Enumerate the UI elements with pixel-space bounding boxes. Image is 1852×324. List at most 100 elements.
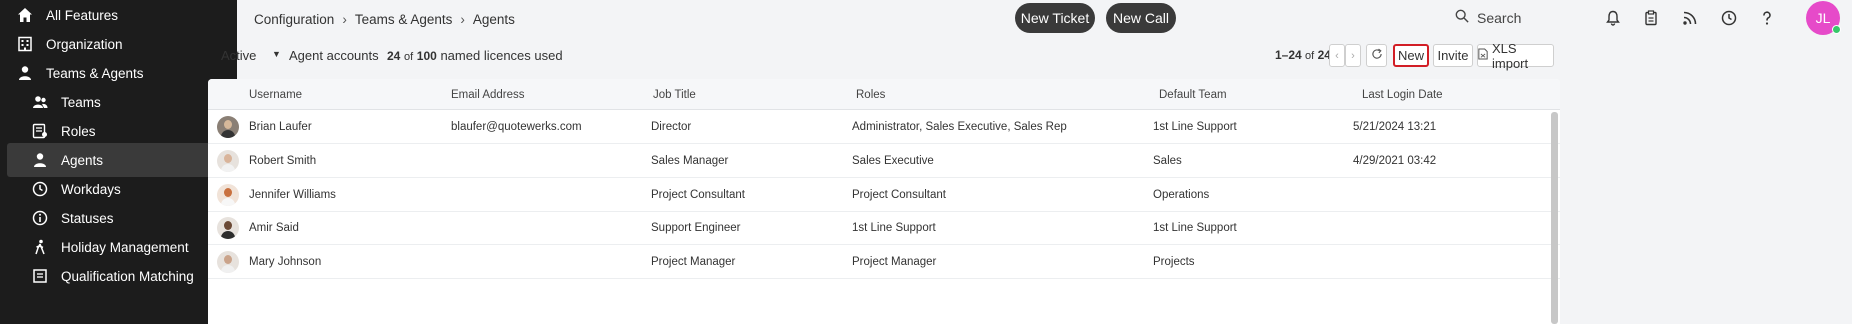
pagination-range: 1–24 of 24 [1275,48,1331,62]
table-row[interactable]: Mary Johnson Project Manager Project Man… [208,245,1560,279]
cell-roles: Project Manager [852,256,937,268]
cell-username: Robert Smith [249,155,317,167]
breadcrumb: Configuration › Teams & Agents › Agents [254,12,515,27]
file-icon [1478,48,1488,63]
building-icon [16,35,34,53]
cell-roles: Administrator, Sales Executive, Sales Re… [852,121,1067,133]
avatar-initials: JL [1815,10,1831,26]
cell-username: Mary Johnson [249,256,322,268]
cell-team: 1st Line Support [1153,121,1237,133]
matching-icon [31,267,49,285]
range-of: of [1305,50,1315,62]
dropdown-arrow-icon[interactable]: ▼ [272,49,281,59]
bell-icon[interactable] [1603,8,1623,28]
table-row[interactable]: Jennifer Williams Project Consultant Pro… [208,178,1560,212]
sidebar-item-qualification-matching[interactable]: Qualification Matching [0,259,237,293]
next-page-button[interactable]: › [1345,44,1361,67]
xls-import-label: XLS import [1492,40,1529,71]
new-agent-button[interactable]: New [1393,44,1429,67]
table-scrollbar[interactable] [1551,112,1558,324]
cell-last-login: 5/21/2024 13:21 [1353,121,1437,133]
filter-value: Active [221,48,257,63]
user-avatar[interactable]: JL [1806,1,1841,35]
sidebar-item-label: Organization [46,36,123,52]
column-header-default-team[interactable]: Default Team [1159,89,1227,101]
prev-page-button[interactable]: ‹ [1329,44,1345,67]
invite-button[interactable]: Invite [1433,44,1473,67]
column-header-username[interactable]: Username [249,89,302,101]
refresh-button[interactable] [1366,44,1387,67]
table-header: Username Email Address Job Title Roles D… [208,79,1560,110]
chevron-left-icon: ‹ [1335,49,1339,62]
walking-icon [31,238,49,256]
help-icon[interactable] [1757,8,1777,28]
sidebar-item-label: Workdays [61,181,121,197]
licences-used: 24 [387,49,401,63]
new-call-button[interactable]: New Call [1106,3,1176,33]
column-header-email[interactable]: Email Address [451,89,525,101]
clipboard-icon[interactable] [1641,8,1661,28]
group-icon [31,93,49,111]
search-box[interactable]: Search [1455,9,1521,26]
cell-job-title: Director [651,121,692,133]
cell-job-title: Project Manager [651,256,736,268]
chevron-right-icon: › [1351,49,1355,62]
table-row[interactable]: Robert Smith Sales Manager Sales Executi… [208,144,1560,178]
licences-of: of [403,51,414,63]
sidebar-item-label: Agents [61,152,104,168]
sidebar-item-label: Statuses [61,210,114,226]
avatar [217,251,239,273]
licences-total: 100 [416,49,437,63]
person-icon [31,151,49,169]
sidebar-item-label: Holiday Management [61,239,189,255]
agents-table: Username Email Address Job Title Roles D… [208,79,1560,324]
cell-roles: Project Consultant [852,189,946,201]
search-label: Search [1477,9,1522,26]
roles-icon [31,122,49,140]
avatar [217,116,239,138]
sidebar-item-label: Teams [61,94,101,110]
cell-email: blaufer@quotewerks.com [451,121,582,133]
refresh-icon [1371,48,1383,63]
home-icon [16,6,34,24]
online-status-dot [1832,25,1841,34]
new-ticket-button[interactable]: New Ticket [1015,3,1095,33]
table-row[interactable]: Brian Laufer blaufer@quotewerks.com Dire… [208,110,1560,144]
clock-icon [31,180,49,198]
avatar [217,184,239,206]
cell-roles: 1st Line Support [852,222,936,234]
breadcrumb-agents: Agents [472,12,515,27]
cell-team: Sales [1153,155,1182,167]
cell-team: 1st Line Support [1153,222,1237,234]
sidebar-item-label: Qualification Matching [61,268,194,284]
cell-roles: Sales Executive [852,155,934,167]
top-header: Configuration › Teams & Agents › Agents … [237,0,1852,40]
person-icon [16,64,34,82]
licence-usage: 24 of 100 named licences used [387,48,563,63]
xls-import-button[interactable]: XLS import [1477,41,1554,71]
rss-feed-icon[interactable] [1680,8,1700,28]
table-row[interactable]: Amir Said Support Engineer 1st Line Supp… [208,211,1560,245]
info-icon [31,209,49,227]
column-header-last-login[interactable]: Last Login Date [1362,89,1443,101]
chevron-right-icon: › [460,12,465,27]
clock-icon[interactable] [1719,8,1739,28]
cell-username: Amir Said [249,222,299,234]
sidebar-item-label: Teams & Agents [46,65,144,81]
breadcrumb-teams-agents[interactable]: Teams & Agents [355,12,453,27]
avatar [217,217,239,239]
sidebar-item-label: All Features [46,7,119,23]
licences-suffix: named licences used [440,48,563,63]
cell-job-title: Project Consultant [651,189,745,201]
column-header-roles[interactable]: Roles [856,89,885,101]
cell-team: Projects [1153,256,1195,268]
chevron-right-icon: › [342,12,347,27]
list-toolbar: Active ▼ Agent accounts 24 of 100 named … [221,40,1852,71]
column-header-job-title[interactable]: Job Title [653,89,696,101]
breadcrumb-configuration[interactable]: Configuration [254,12,334,27]
avatar [217,150,239,172]
cell-username: Jennifer Williams [249,189,336,201]
sidebar-item-label: Roles [61,123,96,139]
cell-job-title: Support Engineer [651,222,741,234]
range-value: 1–24 [1275,48,1302,62]
